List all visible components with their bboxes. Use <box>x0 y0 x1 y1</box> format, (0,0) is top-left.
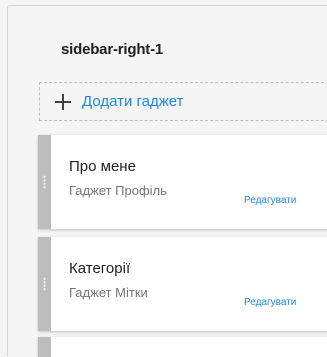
widget-title: Про мене <box>69 158 136 175</box>
grip-dots-icon <box>43 175 46 189</box>
drag-handle[interactable] <box>38 135 51 229</box>
edit-link[interactable]: Редагувати <box>244 297 296 308</box>
widget-card-partial[interactable] <box>38 337 327 357</box>
add-gadget-button[interactable]: Додати гаджет <box>39 82 327 121</box>
grip-dots-icon <box>43 277 46 291</box>
widget-title: Категорії <box>69 260 131 277</box>
widget-subtitle: Гаджет Мітки <box>69 285 148 300</box>
widget-card-profile[interactable]: Про мене Гаджет Профіль Редагувати <box>38 135 327 229</box>
drag-handle[interactable] <box>38 237 51 331</box>
section-title: sidebar-right-1 <box>61 41 164 58</box>
add-gadget-label: Додати гаджет <box>82 93 184 110</box>
widget-card-labels[interactable]: Категорії Гаджет Мітки Редагувати <box>38 237 327 331</box>
widget-subtitle: Гаджет Профіль <box>69 183 167 198</box>
drag-handle[interactable] <box>38 337 51 357</box>
plus-icon <box>55 93 71 110</box>
edit-link[interactable]: Редагувати <box>244 195 296 206</box>
